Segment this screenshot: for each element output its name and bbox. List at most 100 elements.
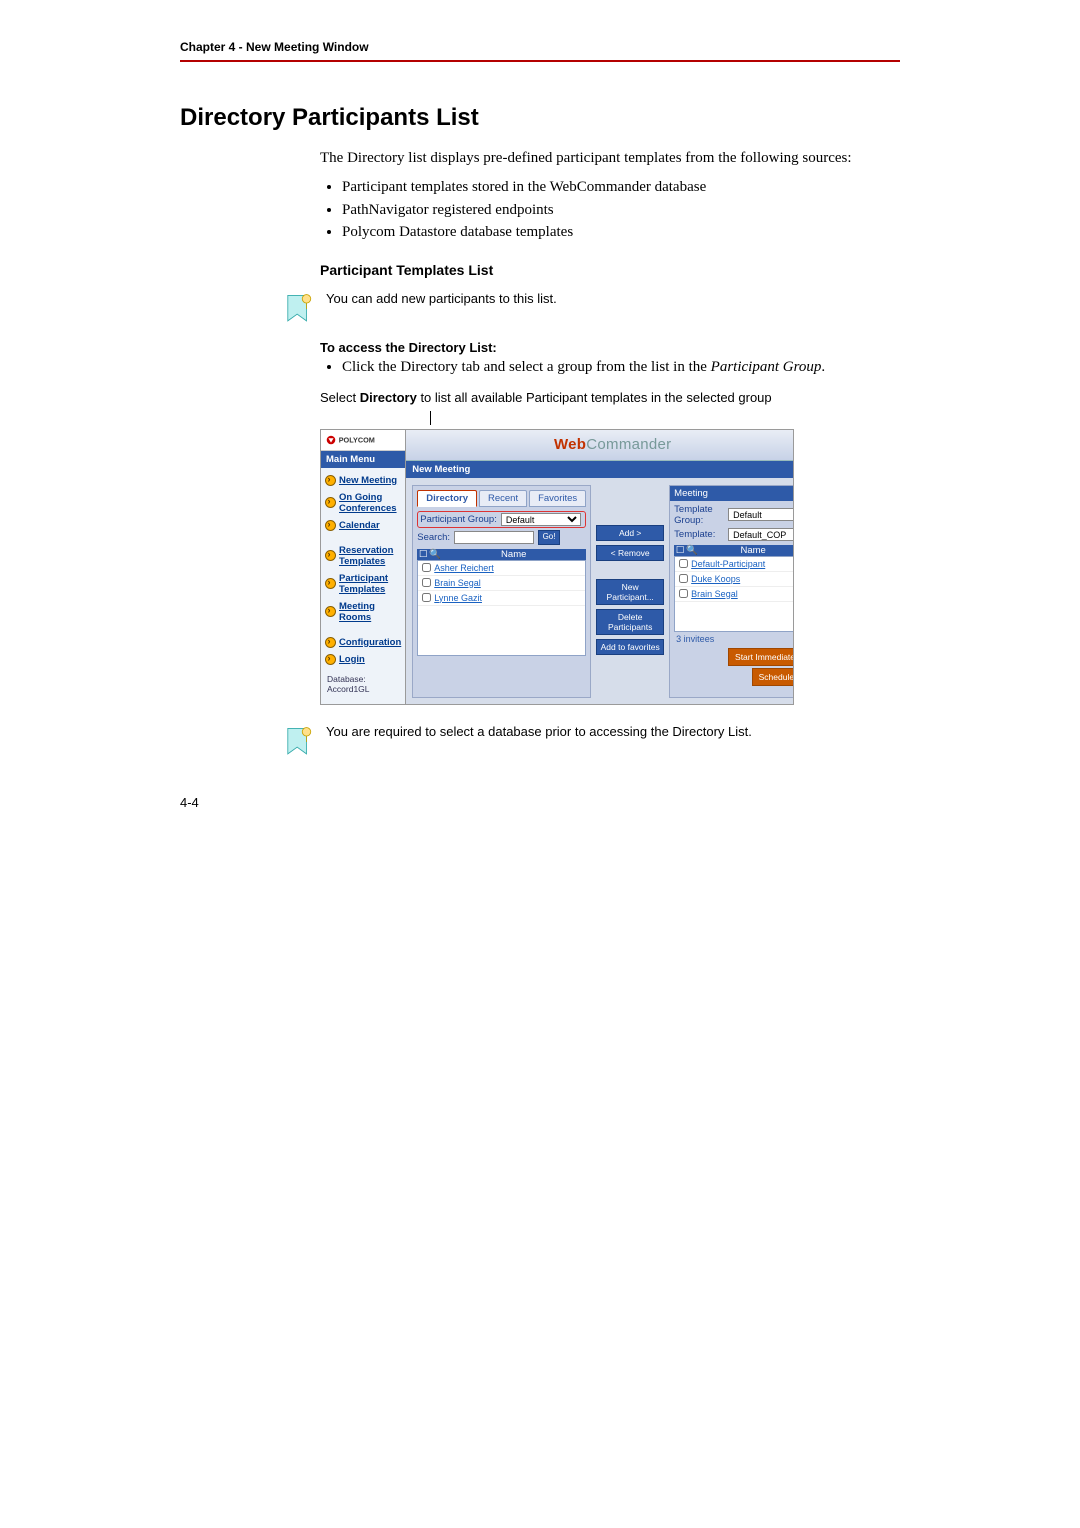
template-group-select[interactable]: Default xyxy=(728,508,794,521)
sidebar-item-label: Calendar xyxy=(339,520,380,531)
template-group-label: Template Group: xyxy=(674,504,724,526)
source-item: Participant templates stored in the WebC… xyxy=(342,176,900,199)
webcommander-logo: WebCommander xyxy=(554,436,672,453)
row-checkbox-wrap xyxy=(418,560,430,575)
sub-banner: New Meeting xyxy=(406,461,794,478)
middle-buttons: Add > < Remove New Participant... Delete… xyxy=(595,485,665,698)
sidebar-item-label: Meeting Rooms xyxy=(339,601,401,623)
row-name[interactable]: Duke Koops xyxy=(687,574,794,584)
figure-caption: Select Directory to list all available P… xyxy=(320,389,900,407)
step-text-a: Click the Director xyxy=(342,359,450,375)
row-checkbox-wrap xyxy=(418,590,430,605)
sidebar-item-reservation-templates[interactable]: Reservation Templates xyxy=(325,542,401,570)
right-pane: Meeting Template Group: Default Template… xyxy=(669,485,794,698)
right-list-body: Default-Participant Duke Koops Brain Seg… xyxy=(674,556,794,632)
list-item[interactable]: Asher Reichert xyxy=(418,561,585,576)
tabs: Directory Recent Favorites xyxy=(417,490,586,507)
step-text-b: y tab and select a group from the list i… xyxy=(450,359,710,375)
participant-group-label: Participant Group: xyxy=(420,514,497,525)
chapter-header: Chapter 4 - New Meeting Window xyxy=(180,40,900,62)
sidebar-item-configuration[interactable]: Configuration xyxy=(325,634,401,651)
caption-rest: to list all available Participant templa… xyxy=(417,390,772,405)
list-item[interactable]: Duke Koops xyxy=(675,572,794,587)
row-name[interactable]: Lynne Gazit xyxy=(430,593,585,603)
template-label: Template: xyxy=(674,529,724,540)
section-title: Directory Participants List xyxy=(180,104,900,132)
sidebar-item-participant-templates[interactable]: Participant Templates xyxy=(325,570,401,598)
page-number: 4-4 xyxy=(180,795,900,810)
sidebar-item-label: Configuration xyxy=(339,637,401,648)
sub-heading: Participant Templates List xyxy=(320,262,900,278)
remove-button[interactable]: < Remove xyxy=(596,545,664,561)
add-button[interactable]: Add > xyxy=(596,525,664,541)
list-item[interactable]: Brain Segal xyxy=(418,576,585,591)
header-checkbox-col: ☐ xyxy=(674,545,686,556)
list-item[interactable]: Default-Participant xyxy=(675,557,794,572)
header-icon-col: 🔍 xyxy=(429,549,441,560)
list-item[interactable]: Lynne Gazit xyxy=(418,591,585,606)
delete-participants-button[interactable]: Delete Participants xyxy=(596,609,664,635)
new-participant-button[interactable]: New Participant... xyxy=(596,579,664,605)
bullet-icon xyxy=(325,497,336,508)
header-name-col: Name xyxy=(698,545,794,556)
template-select[interactable]: Default_COP xyxy=(728,528,794,541)
svg-text:POLYCOM: POLYCOM xyxy=(338,435,374,444)
sidebar-item-label: New Meeting xyxy=(339,475,397,486)
note-bookmark-icon xyxy=(276,290,320,326)
instruction-steps: Click the Directory tab and select a gro… xyxy=(342,357,900,377)
template-row: Template: Default_COP xyxy=(674,528,794,541)
body-block: The Directory list displays pre-defined … xyxy=(320,148,900,278)
note-text-1: You can add new participants to this lis… xyxy=(320,290,900,308)
step-italic: Participant Group xyxy=(711,359,822,375)
bullet-icon xyxy=(325,520,336,531)
sidebar: POLYCOM Main Menu New Meeting On Going C… xyxy=(321,430,406,704)
tab-recent[interactable]: Recent xyxy=(479,490,527,507)
row-name[interactable]: Brain Segal xyxy=(687,589,794,599)
search-label: Search: xyxy=(417,532,450,543)
schedule-button[interactable]: Schedule... xyxy=(752,668,794,686)
row-checkbox-wrap xyxy=(675,556,687,571)
source-item: PathNavigator registered endpoints xyxy=(342,199,900,222)
bullet-icon xyxy=(325,475,336,486)
search-row: Search: Go! xyxy=(417,530,586,545)
sidebar-item-new-meeting[interactable]: New Meeting xyxy=(325,472,401,489)
tab-favorites[interactable]: Favorites xyxy=(529,490,586,507)
source-item: Polycom Datastore database templates xyxy=(342,221,900,244)
sidebar-item-label: Participant Templates xyxy=(339,573,401,595)
template-group-row: Template Group: Default xyxy=(674,504,794,526)
participant-group-select[interactable]: Default xyxy=(501,513,581,526)
row-checkbox-wrap xyxy=(418,575,430,590)
right-pane-heading: Meeting xyxy=(670,486,794,501)
go-button[interactable]: Go! xyxy=(538,530,560,545)
note-text-2: You are required to select a database pr… xyxy=(320,723,900,741)
start-immediately-button[interactable]: Start Immediately xyxy=(728,648,794,666)
sidebar-item-meeting-rooms[interactable]: Meeting Rooms xyxy=(325,598,401,626)
row-name[interactable]: Default-Participant xyxy=(687,559,794,569)
search-input[interactable] xyxy=(454,531,534,544)
right-list-header: ☐ 🔍 Name xyxy=(674,545,794,556)
sidebar-item-calendar[interactable]: Calendar xyxy=(325,517,401,534)
logo-gray: Commander xyxy=(586,436,671,453)
left-list-header: ☐ 🔍 Name xyxy=(417,549,586,560)
step-end: . xyxy=(821,359,825,375)
caption-bold: Directory xyxy=(360,390,417,405)
sidebar-database-note: Database: Accord1GL xyxy=(325,668,401,700)
sidebar-item-login[interactable]: Login xyxy=(325,651,401,668)
caption-prefix: Select xyxy=(320,390,360,405)
logo-red: Web xyxy=(554,436,586,453)
intro-paragraph: The Directory list displays pre-defined … xyxy=(320,148,900,168)
caption-pointer-line xyxy=(430,411,431,425)
add-to-favorites-button[interactable]: Add to favorites xyxy=(596,639,664,655)
list-item[interactable]: Brain Segal xyxy=(675,587,794,602)
content-area: WebCommander New Meeting Directory Recen… xyxy=(406,430,794,704)
sidebar-item-ongoing[interactable]: On Going Conferences xyxy=(325,489,401,517)
right-footer: Start Immediately Schedule... xyxy=(674,648,794,686)
row-name[interactable]: Asher Reichert xyxy=(430,563,585,573)
bullet-icon xyxy=(325,578,336,589)
workarea: Directory Recent Favorites Participant G… xyxy=(406,478,794,704)
instruction-step: Click the Directory tab and select a gro… xyxy=(342,357,900,377)
screenshot-wrap: POLYCOM Main Menu New Meeting On Going C… xyxy=(320,429,900,705)
tab-directory[interactable]: Directory xyxy=(417,490,477,507)
row-name[interactable]: Brain Segal xyxy=(430,578,585,588)
bullet-icon xyxy=(325,637,336,648)
